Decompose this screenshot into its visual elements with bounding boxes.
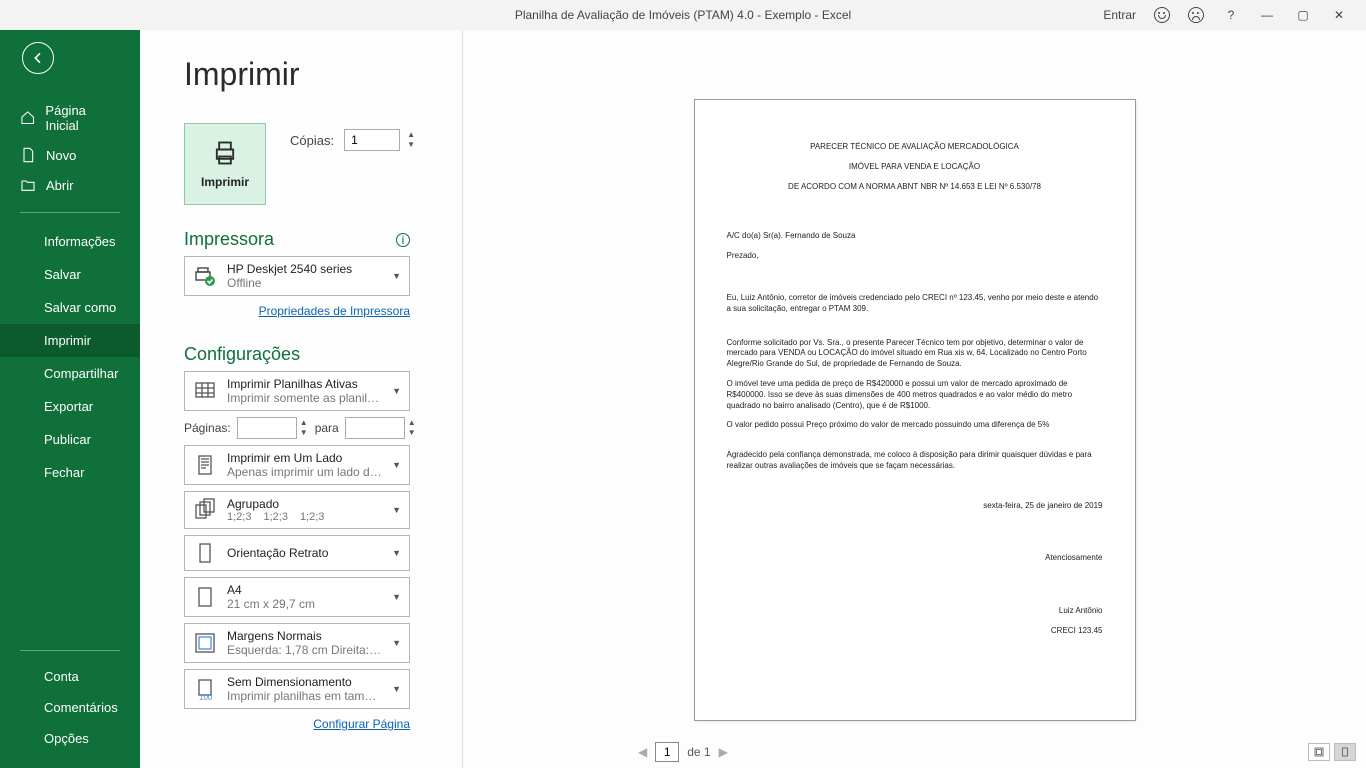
pages-from-up[interactable]: ▲: [299, 418, 309, 428]
pages-label: Páginas:: [184, 421, 231, 435]
sheets-icon: [193, 379, 217, 403]
pages-to-down[interactable]: ▼: [407, 428, 417, 438]
nav-info[interactable]: Informações: [0, 225, 140, 258]
pages-to-input[interactable]: [345, 417, 405, 439]
print-what-selector[interactable]: Imprimir Planilhas Ativas Imprimir somen…: [184, 371, 410, 411]
current-page-input[interactable]: [655, 742, 679, 762]
preview-footer: ◀ de 1 ▶: [602, 742, 1356, 762]
zoom-to-page-button[interactable]: [1334, 743, 1356, 761]
print-button-label: Imprimir: [201, 175, 249, 189]
copies-label: Cópias:: [290, 133, 334, 148]
page-total-label: de 1: [687, 745, 710, 759]
nav-options[interactable]: Opções: [0, 723, 140, 754]
sides-selector[interactable]: Imprimir em Um Lado Apenas imprimir um l…: [184, 445, 410, 485]
nav-new[interactable]: Novo: [0, 140, 140, 170]
printer-selector[interactable]: HP Deskjet 2540 series Offline ▼: [184, 256, 410, 296]
nav-divider: [20, 212, 120, 213]
nav-publish[interactable]: Publicar: [0, 423, 140, 456]
window-title: Planilha de Avaliação de Imóveis (PTAM) …: [515, 8, 851, 22]
minimize-button[interactable]: —: [1258, 8, 1276, 22]
page-icon: [193, 453, 217, 477]
close-button[interactable]: ✕: [1330, 8, 1348, 22]
preview-page: PARECER TÉCNICO DE AVALIAÇÃO MERCADOLÓGI…: [695, 100, 1135, 720]
chevron-down-icon: ▼: [392, 548, 401, 558]
margins-selector[interactable]: Margens Normais Esquerda: 1,78 cm Direit…: [184, 623, 410, 663]
new-icon: [20, 147, 36, 163]
paper-size-selector[interactable]: A4 21 cm x 29,7 cm ▼: [184, 577, 410, 617]
page-title: Imprimir: [184, 56, 462, 93]
feedback-happy-icon[interactable]: [1154, 7, 1170, 23]
chevron-down-icon: ▼: [392, 460, 401, 470]
chevron-down-icon: ▼: [392, 638, 401, 648]
nav-divider-bottom: [20, 650, 120, 651]
back-button[interactable]: [22, 42, 54, 74]
home-icon: [20, 110, 35, 126]
nav-home-label: Página Inicial: [45, 103, 120, 133]
collate-icon: [193, 498, 217, 522]
feedback-sad-icon[interactable]: [1188, 7, 1204, 23]
collation-selector[interactable]: Agrupado 1;2;3 1;2;3 1;2;3 ▼: [184, 491, 410, 529]
nav-account[interactable]: Conta: [0, 661, 140, 692]
nav-open-label: Abrir: [46, 178, 73, 193]
nav-export[interactable]: Exportar: [0, 390, 140, 423]
help-button[interactable]: ?: [1222, 8, 1240, 22]
prev-page-button[interactable]: ◀: [638, 745, 647, 759]
chevron-down-icon: ▼: [392, 684, 401, 694]
scaling-selector[interactable]: 100 Sem Dimensionamento Imprimir planilh…: [184, 669, 410, 709]
chevron-down-icon: ▼: [392, 271, 401, 281]
printer-status-icon: [193, 264, 217, 288]
nav-home[interactable]: Página Inicial: [0, 96, 140, 140]
printer-name: HP Deskjet 2540 series: [227, 262, 382, 276]
print-button[interactable]: Imprimir: [184, 123, 266, 205]
copies-step-up[interactable]: ▲: [406, 130, 416, 140]
chevron-down-icon: ▼: [392, 386, 401, 396]
printer-properties-link[interactable]: Propriedades de Impressora: [259, 304, 410, 318]
nav-comments[interactable]: Comentários: [0, 692, 140, 723]
paper-icon: [193, 585, 217, 609]
pages-from-down[interactable]: ▼: [299, 428, 309, 438]
svg-text:100: 100: [199, 693, 213, 701]
printer-status: Offline: [227, 276, 382, 290]
chevron-down-icon: ▼: [392, 505, 401, 515]
maximize-button[interactable]: ▢: [1294, 8, 1312, 22]
copies-input[interactable]: [344, 129, 400, 151]
portrait-icon: [193, 541, 217, 565]
nav-open[interactable]: Abrir: [0, 170, 140, 200]
nav-save[interactable]: Salvar: [0, 258, 140, 291]
nav-print[interactable]: Imprimir: [0, 324, 140, 357]
print-preview-pane: PARECER TÉCNICO DE AVALIAÇÃO MERCADOLÓGI…: [462, 30, 1366, 768]
copies-step-down[interactable]: ▼: [406, 140, 416, 150]
chevron-down-icon: ▼: [392, 592, 401, 602]
orientation-selector[interactable]: Orientação Retrato ▼: [184, 535, 410, 571]
open-icon: [20, 177, 36, 193]
sign-in-link[interactable]: Entrar: [1103, 8, 1136, 22]
printer-section-title: Impressora: [184, 229, 274, 250]
settings-section-title: Configurações: [184, 344, 300, 365]
nav-close[interactable]: Fechar: [0, 456, 140, 489]
margins-icon: [193, 631, 217, 655]
printer-icon: [211, 139, 239, 167]
nav-share[interactable]: Compartilhar: [0, 357, 140, 390]
titlebar: Planilha de Avaliação de Imóveis (PTAM) …: [0, 0, 1366, 30]
print-settings-pane: Imprimir Imprimir Cópias: ▲ ▼ Impressora: [140, 30, 462, 768]
nav-saveas[interactable]: Salvar como: [0, 291, 140, 324]
next-page-button[interactable]: ▶: [719, 745, 728, 759]
backstage-sidebar: Página Inicial Novo Abrir Informações Sa…: [0, 30, 140, 768]
show-margins-button[interactable]: [1308, 743, 1330, 761]
pages-to-up[interactable]: ▲: [407, 418, 417, 428]
page-setup-link[interactable]: Configurar Página: [313, 717, 410, 731]
pages-from-input[interactable]: [237, 417, 297, 439]
pages-to-label: para: [315, 421, 339, 435]
nav-new-label: Novo: [46, 148, 76, 163]
scaling-icon: 100: [193, 677, 217, 701]
printer-info-icon[interactable]: i: [396, 233, 410, 247]
